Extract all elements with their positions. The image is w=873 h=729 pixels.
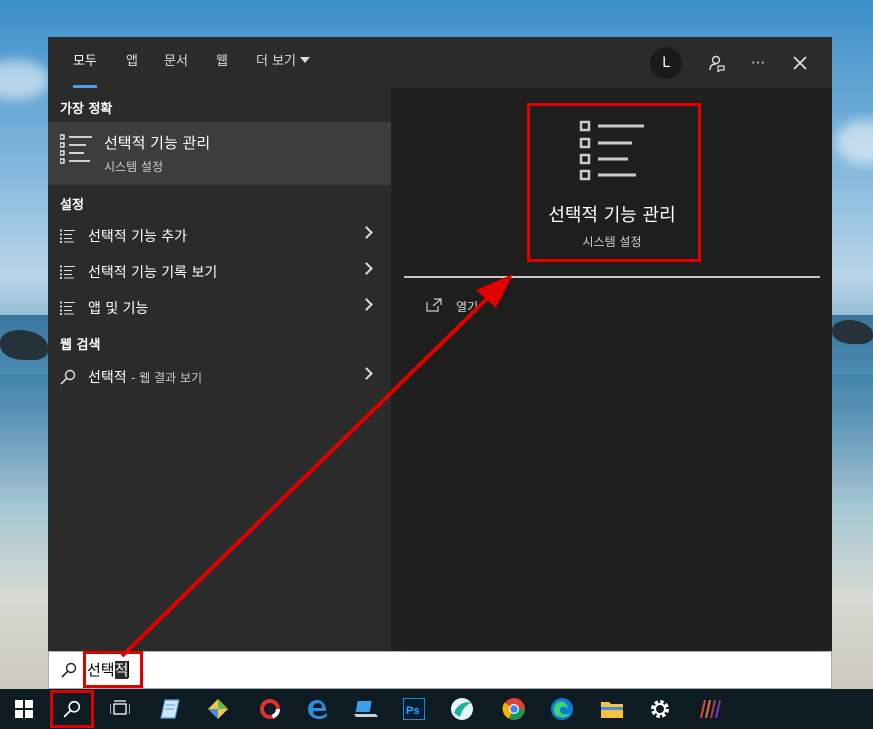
- tab-documents[interactable]: 문서: [164, 37, 188, 88]
- edge-legacy-icon[interactable]: [298, 693, 338, 725]
- taskbar: Ps: [0, 689, 873, 729]
- caret-down-icon: [300, 57, 311, 63]
- settings-result-add-feature[interactable]: 선택적 기능 추가: [48, 217, 391, 253]
- backup-icon[interactable]: [250, 693, 290, 725]
- photoshop-icon[interactable]: Ps: [394, 693, 434, 725]
- chevron-right-icon: [360, 298, 373, 311]
- windows-start-icon[interactable]: [4, 693, 44, 725]
- settings-gear-icon[interactable]: [640, 693, 680, 725]
- feedback-icon[interactable]: [700, 47, 732, 79]
- search-filter-bar: 모두 앱 문서 웹 더 보기 L ···: [48, 37, 832, 88]
- search-icon: [60, 369, 76, 389]
- close-icon[interactable]: [784, 47, 816, 79]
- section-settings: 설정: [60, 198, 84, 213]
- svg-text:Ps: Ps: [406, 705, 419, 717]
- tab-web[interactable]: 웹: [216, 37, 228, 88]
- settings-result-label: 선택적 기능 추가: [88, 229, 188, 245]
- settings-result-label: 앱 및 기능: [88, 301, 149, 317]
- search-typed-text: 선택: [87, 661, 115, 679]
- task-view-icon[interactable]: [100, 693, 140, 725]
- app-icon-teal[interactable]: [442, 693, 482, 725]
- close-svg: [793, 56, 807, 70]
- account-avatar[interactable]: L: [650, 47, 682, 79]
- app-icon[interactable]: [198, 693, 238, 725]
- section-web-search: 웹 검색: [60, 338, 101, 353]
- desktop-cloud: [835, 120, 873, 165]
- web-search-query: 선택적: [88, 370, 127, 386]
- list-settings-icon: [60, 228, 76, 247]
- open-label: 열기: [456, 300, 479, 314]
- list-settings-icon: [60, 264, 76, 283]
- start-search-window: 모두 앱 문서 웹 더 보기 L ··· 가장 정확 선택적 기능 관리 시스템…: [48, 37, 832, 689]
- settings-result-feature-history[interactable]: 선택적 기능 기록 보기: [48, 253, 391, 289]
- more-options-icon[interactable]: ···: [742, 47, 774, 79]
- text-cursor: [128, 661, 130, 678]
- results-pane: 가장 정확 선택적 기능 관리 시스템 설정 설정 선택적 기능 추가 선택적 …: [48, 88, 391, 651]
- list-settings-icon: [578, 119, 646, 187]
- web-search-label: 선택적 - 웹 결과 보기: [88, 367, 202, 387]
- tab-apps[interactable]: 앱: [126, 37, 138, 88]
- best-match-result[interactable]: 선택적 기능 관리 시스템 설정: [48, 122, 391, 185]
- desktop-cloud: [0, 60, 50, 100]
- section-best-match: 가장 정확: [60, 102, 113, 117]
- best-match-subtitle: 시스템 설정: [104, 160, 164, 174]
- search-icon[interactable]: [52, 693, 92, 725]
- detail-divider: [404, 276, 820, 278]
- open-external-icon: [426, 297, 442, 316]
- edge-icon[interactable]: [542, 693, 582, 725]
- list-settings-icon: [59, 134, 94, 168]
- best-match-title: 선택적 기능 관리: [104, 134, 211, 152]
- file-explorer-icon[interactable]: [592, 693, 632, 725]
- settings-result-apps-features[interactable]: 앱 및 기능: [48, 289, 391, 325]
- detail-title: 선택적 기능 관리: [548, 205, 676, 226]
- tab-all[interactable]: 모두: [73, 37, 97, 88]
- web-search-suffix: - 웹 결과 보기: [131, 371, 203, 385]
- web-search-result[interactable]: 선택적 - 웹 결과 보기: [48, 358, 391, 394]
- laptop-icon[interactable]: [346, 693, 386, 725]
- search-composing-char: 적: [114, 661, 129, 679]
- search-input[interactable]: 선택적: [87, 659, 130, 680]
- feedback-svg: [709, 55, 725, 72]
- tab-more[interactable]: 더 보기: [256, 37, 311, 88]
- chevron-right-icon: [360, 262, 373, 275]
- settings-result-label: 선택적 기능 기록 보기: [88, 265, 218, 281]
- list-settings-icon: [60, 300, 76, 319]
- detail-pane: 선택적 기능 관리 시스템 설정 열기: [404, 101, 820, 651]
- app-icon-stripes[interactable]: [690, 693, 730, 725]
- detail-subtitle: 시스템 설정: [582, 235, 642, 249]
- tab-more-label: 더 보기: [256, 54, 297, 69]
- search-icon: [61, 662, 77, 682]
- notepad-icon[interactable]: [150, 693, 190, 725]
- chevron-right-icon: [360, 367, 373, 380]
- chevron-right-icon: [360, 226, 373, 239]
- chrome-icon[interactable]: [494, 693, 534, 725]
- search-box[interactable]: 선택적: [48, 651, 832, 689]
